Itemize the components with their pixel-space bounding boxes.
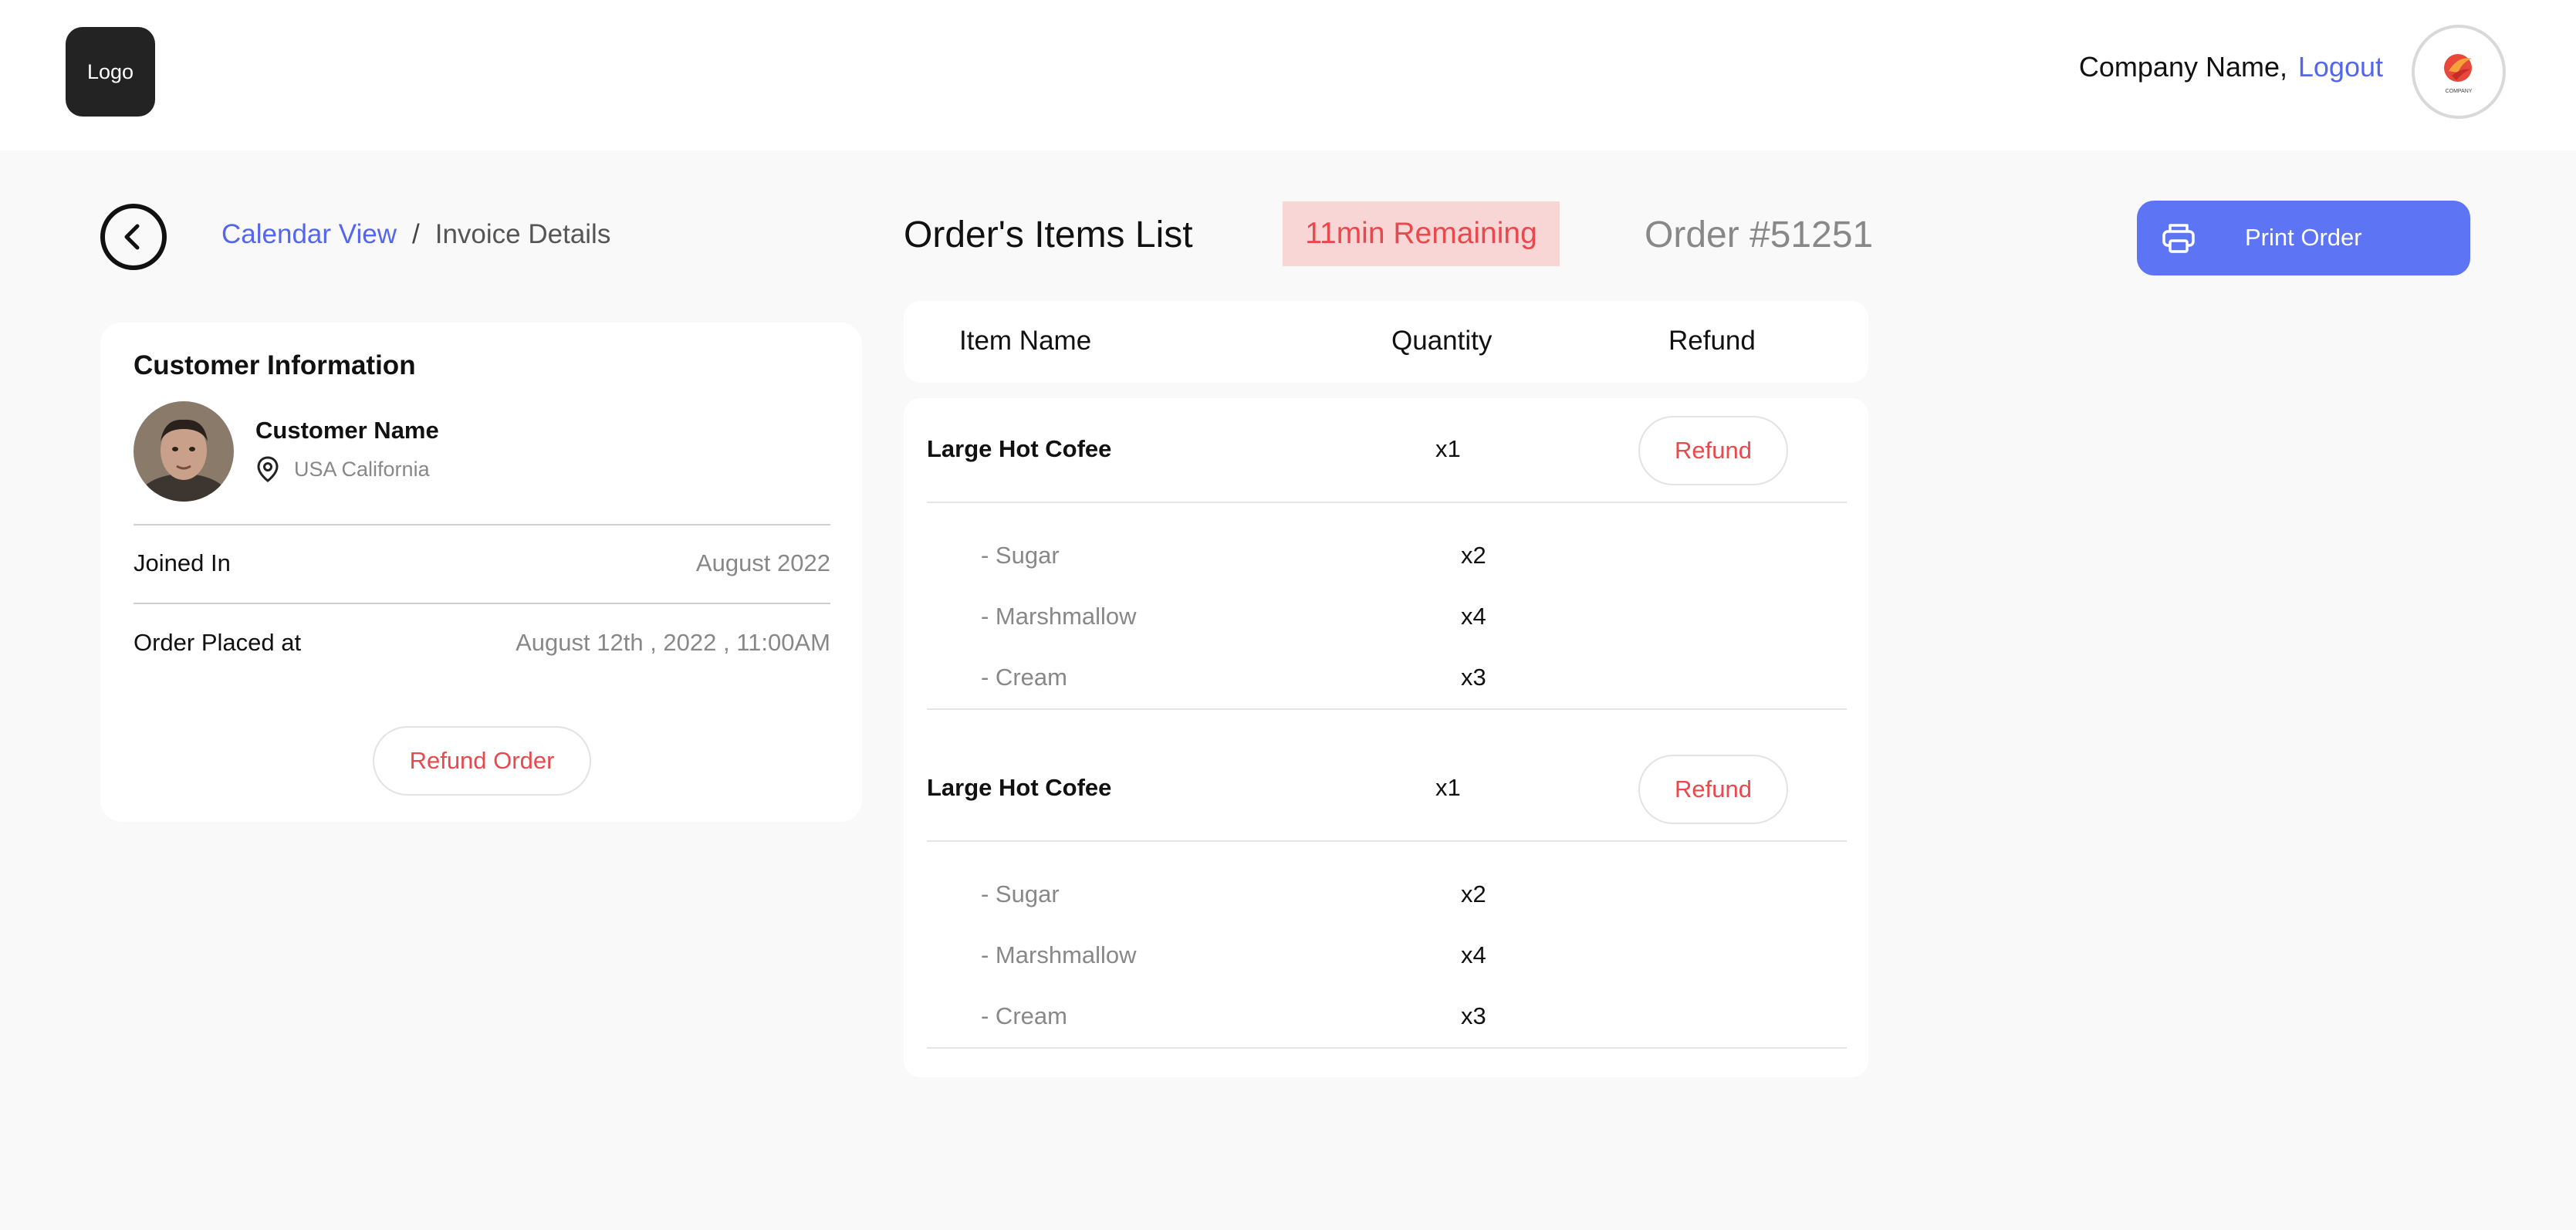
addon-quantity: x4: [1461, 941, 1486, 968]
logo[interactable]: Logo: [66, 27, 155, 117]
addon-name: - Cream: [981, 664, 1067, 691]
addon-name: - Sugar: [981, 880, 1060, 907]
order-placed-label: Order Placed at: [134, 629, 302, 656]
location-text: USA California: [294, 457, 430, 481]
column-quantity: Quantity: [1391, 326, 1493, 356]
map-pin-icon: [257, 456, 279, 482]
print-order-label: Print Order: [2245, 224, 2362, 251]
avatar: [134, 401, 234, 502]
column-item-name: Item Name: [959, 326, 1092, 356]
row-divider: [927, 708, 1847, 710]
items-table-body: Large Hot Cofee x1 Refund - Sugar x2 - M…: [904, 398, 1868, 1077]
divider: [134, 603, 830, 604]
items-table-header: Item Name Quantity Refund: [904, 301, 1868, 383]
addon-name: - Marshmallow: [981, 603, 1137, 630]
page-title: Order's Items List: [904, 215, 1193, 255]
customer-info-card: Customer Information Customer Name USA C…: [100, 323, 862, 822]
print-order-button[interactable]: Print Order: [2137, 201, 2470, 275]
item-refund-button[interactable]: Refund: [1638, 755, 1788, 824]
row-divider: [927, 1047, 1847, 1049]
order-placed-value: August 12th , 2022 , 11:00AM: [516, 629, 830, 656]
column-refund: Refund: [1668, 326, 1756, 356]
addon-name: - Cream: [981, 1002, 1067, 1029]
chevron-left-icon: [124, 224, 140, 250]
addon-quantity: x3: [1461, 1002, 1486, 1029]
row-divider: [927, 840, 1847, 842]
joined-value: August 2022: [695, 549, 830, 576]
addon-name: - Sugar: [981, 542, 1060, 569]
addon-quantity: x2: [1461, 542, 1486, 569]
time-remaining-badge: 11min Remaining: [1283, 201, 1560, 266]
company-name: Company Name,: [2078, 51, 2287, 83]
company-logo-icon: COMPANY: [2444, 54, 2473, 94]
item-quantity: x1: [1435, 774, 1461, 801]
addon-quantity: x2: [1461, 880, 1486, 907]
breadcrumb-current: Invoice Details: [434, 219, 611, 249]
customer-name: Customer Name: [255, 417, 439, 444]
item-name: Large Hot Cofee: [927, 774, 1112, 801]
addon-quantity: x4: [1461, 603, 1486, 630]
logout-link[interactable]: Logout: [2298, 51, 2383, 83]
item-refund-button[interactable]: Refund: [1638, 416, 1788, 485]
breadcrumb-separator: /: [412, 219, 420, 249]
breadcrumb-calendar-view[interactable]: Calendar View: [221, 219, 397, 250]
customer-location: USA California: [255, 455, 430, 483]
addon-name: - Marshmallow: [981, 941, 1137, 968]
order-number: Order #51251: [1645, 215, 1874, 255]
joined-label: Joined In: [134, 549, 231, 576]
printer-icon: [2162, 224, 2195, 253]
refund-order-button[interactable]: Refund Order: [373, 726, 591, 796]
divider: [134, 524, 830, 525]
logo-text: Logo: [86, 59, 134, 83]
addon-quantity: x3: [1461, 664, 1486, 691]
company-badge-text: COMPANY: [2446, 89, 2473, 94]
card-title: Customer Information: [134, 350, 416, 380]
row-divider: [927, 502, 1847, 503]
item-name: Large Hot Cofee: [927, 435, 1112, 462]
top-header: Logo Company Name, Logout COMPANY: [0, 0, 2576, 150]
item-quantity: x1: [1435, 435, 1461, 462]
breadcrumb: Calendar View / Invoice Details: [221, 219, 610, 250]
company-avatar[interactable]: COMPANY: [2412, 25, 2506, 119]
back-button[interactable]: [100, 204, 167, 270]
